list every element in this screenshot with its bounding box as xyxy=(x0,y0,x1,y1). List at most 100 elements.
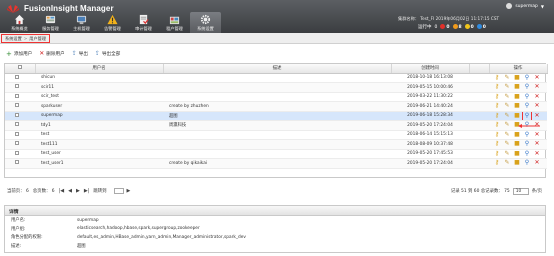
row-checkbox[interactable] xyxy=(5,158,35,169)
col-description[interactable]: 描述 xyxy=(163,64,392,74)
major-dot-icon xyxy=(452,24,458,29)
lock-icon[interactable]: ■ xyxy=(514,103,520,109)
user-menu[interactable]: supermap ▼ xyxy=(506,3,544,9)
export-all-button[interactable]: ⇪ 导出全部 xyxy=(95,51,120,58)
key-icon[interactable]: ⚷ xyxy=(494,150,500,157)
table-row[interactable]: test111 2018-08-09 10:37:48 ⚷ ✎ ■ ⚲ ✕ xyxy=(5,139,547,150)
edit-icon[interactable]: ✎ xyxy=(504,84,510,90)
alert-info[interactable]: 0 xyxy=(476,24,486,30)
go-button[interactable]: ▶ xyxy=(127,188,131,194)
running-count[interactable]: 0 xyxy=(435,25,438,30)
lock-icon[interactable]: ■ xyxy=(514,74,520,81)
table-row[interactable]: tdy1 周瀛科技 2019-05-20 17:24:04 ⚷ ✎ ■ ⚲ ✕ xyxy=(5,120,547,131)
edit-icon[interactable]: ✎ xyxy=(504,93,510,100)
key-icon[interactable]: ⚷ xyxy=(494,93,500,100)
reset-password-icon[interactable]: ⚲ xyxy=(524,131,530,138)
edit-icon[interactable]: ✎ xyxy=(504,150,510,157)
row-checkbox[interactable] xyxy=(5,73,35,83)
nav-item-settings[interactable]: 系统设置 xyxy=(190,12,221,33)
jump-page-input[interactable] xyxy=(113,188,124,194)
nav-item-overview[interactable]: 系统概览 xyxy=(4,12,35,33)
delete-user-button[interactable]: ✕ 删除用户 xyxy=(39,51,64,58)
lock-icon[interactable]: ■ xyxy=(514,112,520,119)
table-row[interactable]: sparkuser create by zhuzhen 2019-06-21 14:… xyxy=(5,101,547,112)
key-icon[interactable]: ⚷ xyxy=(494,141,500,147)
lock-icon[interactable]: ■ xyxy=(514,141,520,147)
nav-item-services[interactable]: 服务管理 xyxy=(35,12,66,33)
edit-icon[interactable]: ✎ xyxy=(504,141,510,147)
reset-password-icon[interactable]: ⚲ xyxy=(524,141,530,147)
lock-icon[interactable]: ■ xyxy=(514,131,520,138)
row-checkbox[interactable] xyxy=(5,139,35,150)
key-icon[interactable]: ⚷ xyxy=(494,103,500,109)
row-checkbox[interactable] xyxy=(5,149,35,159)
alert-major[interactable]: 8 xyxy=(452,24,462,30)
edit-icon[interactable]: ✎ xyxy=(504,112,510,119)
table-row[interactable]: test_user1 create by qikaikai 2019-05-20 1… xyxy=(5,158,547,169)
lock-icon[interactable]: ■ xyxy=(514,93,520,100)
table-row[interactable]: test_user 2019-05-20 17:45:53 ⚷ ✎ ■ ⚲ ✕ xyxy=(5,149,547,159)
row-checkbox[interactable] xyxy=(5,82,35,93)
edit-icon[interactable]: ✎ xyxy=(504,103,510,109)
alert-critical[interactable]: 0 xyxy=(440,24,450,30)
key-icon[interactable]: ⚷ xyxy=(494,131,500,138)
lock-icon[interactable]: ■ xyxy=(514,160,520,166)
edit-icon[interactable]: ✎ xyxy=(504,74,510,81)
first-page-button[interactable]: |◀ xyxy=(59,188,65,194)
delete-row-icon[interactable]: ✕ xyxy=(534,131,540,138)
delete-row-icon[interactable]: ✕ xyxy=(534,84,540,90)
reset-password-icon[interactable]: ⚲ xyxy=(524,84,530,90)
select-all-checkbox[interactable] xyxy=(5,64,36,74)
nav-item-tenants[interactable]: 租户管理 xyxy=(159,12,190,33)
next-page-button[interactable]: ▶ xyxy=(76,188,80,194)
row-checkbox[interactable] xyxy=(5,101,35,112)
row-checkbox[interactable] xyxy=(5,130,35,140)
delete-row-icon[interactable]: ✕ xyxy=(534,112,540,119)
table-row[interactable]: shicun 2018-10-18 16:13:08 ⚷ ✎ ■ ⚲ ✕ xyxy=(5,73,547,83)
table-row[interactable]: scir_test 2019-03-22 11:30:22 ⚷ ✎ ■ ⚲ ✕ xyxy=(5,92,547,102)
add-user-button[interactable]: + 添加用户 xyxy=(6,50,32,58)
alert-minor[interactable]: 0 xyxy=(464,24,474,30)
row-checkbox[interactable] xyxy=(5,120,35,131)
key-icon[interactable]: ⚷ xyxy=(494,74,500,81)
key-icon[interactable]: ⚷ xyxy=(494,160,500,166)
reset-password-icon[interactable]: ⚲ xyxy=(524,74,530,81)
edit-icon[interactable]: ✎ xyxy=(504,160,510,166)
reset-password-icon[interactable]: ⚲ xyxy=(524,160,530,166)
edit-icon[interactable]: ✎ xyxy=(504,122,510,128)
cell-description xyxy=(163,92,391,102)
delete-row-icon[interactable]: ✕ xyxy=(534,93,540,100)
export-button[interactable]: ⇪ 导出 xyxy=(72,51,88,58)
cell-username: tdy1 xyxy=(35,120,163,131)
delete-row-icon[interactable]: ✕ xyxy=(534,141,540,147)
key-icon[interactable]: ⚷ xyxy=(494,122,500,128)
nav-item-alarms[interactable]: 告警管理 xyxy=(97,12,128,33)
nav-item-audit[interactable]: 审计管理 xyxy=(128,12,159,33)
table-row[interactable]: test 2018-06-14 15:15:13 ⚷ ✎ ■ ⚲ ✕ xyxy=(5,130,547,140)
delete-row-icon[interactable]: ✕ xyxy=(534,74,540,81)
col-username[interactable]: 用户名 xyxy=(35,64,164,74)
delete-row-icon[interactable]: ✕ xyxy=(534,103,540,109)
lock-icon[interactable]: ■ xyxy=(514,150,520,157)
nav-item-hosts[interactable]: 主机管理 xyxy=(66,12,97,33)
last-page-button[interactable]: ▶| xyxy=(84,188,90,194)
edit-icon[interactable]: ✎ xyxy=(504,131,510,138)
table-row[interactable]: supermap 超图 2019-06-18 15:28:34 ⚷ ✎ ■ ⚲ ✕ xyxy=(5,111,547,121)
col-created[interactable]: 创建时间 xyxy=(391,64,470,74)
page-size-select[interactable]: 10 xyxy=(512,187,529,195)
breadcrumb-system-settings[interactable]: 系统设置 xyxy=(5,36,22,42)
reset-password-icon[interactable]: ⚲ xyxy=(524,150,530,157)
table-row[interactable]: scir11 2019-05-15 10:00:46 ⚷ ✎ ■ ⚲ ✕ xyxy=(5,82,547,93)
row-checkbox[interactable] xyxy=(5,111,35,121)
prev-page-button[interactable]: ◀ xyxy=(68,188,72,194)
reset-password-icon[interactable]: ⚲ xyxy=(524,93,530,100)
reset-password-icon[interactable]: ⚲ xyxy=(522,111,532,120)
cell-operations: ⚷ ✎ ■ ⚲ ✕ xyxy=(489,101,547,112)
key-icon[interactable]: ⚷ xyxy=(494,112,500,119)
reset-password-icon[interactable]: ⚲ xyxy=(524,103,530,109)
delete-row-icon[interactable]: ✕ xyxy=(534,150,540,157)
lock-icon[interactable]: ■ xyxy=(514,84,520,90)
delete-row-icon[interactable]: ✕ xyxy=(534,160,540,166)
key-icon[interactable]: ⚷ xyxy=(494,84,500,90)
row-checkbox[interactable] xyxy=(5,92,35,102)
